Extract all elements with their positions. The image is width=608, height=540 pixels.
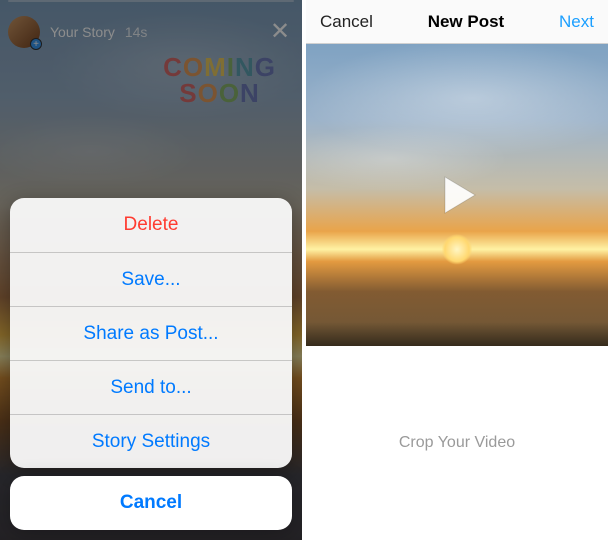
- action-sheet-item-send-to[interactable]: Send to...: [10, 360, 292, 414]
- page-title: New Post: [428, 12, 505, 32]
- action-sheet-group: DeleteSave...Share as Post...Send to...S…: [10, 198, 292, 468]
- new-post-header: Cancel New Post Next: [306, 0, 608, 44]
- action-sheet-item-delete[interactable]: Delete: [10, 198, 292, 252]
- play-icon[interactable]: [431, 169, 483, 221]
- action-sheet-cancel-button[interactable]: Cancel: [10, 476, 292, 530]
- video-preview[interactable]: [306, 44, 608, 346]
- story-view-screen: + Your Story 14s ✕ COMING SOON DeleteSav…: [0, 0, 302, 540]
- action-sheet: DeleteSave...Share as Post...Send to...S…: [10, 198, 292, 530]
- new-post-screen: Cancel New Post Next Crop Your Video: [306, 0, 608, 540]
- cancel-button[interactable]: Cancel: [320, 12, 373, 32]
- crop-your-video-label: Crop Your Video: [399, 434, 515, 452]
- action-sheet-item-share-as-post[interactable]: Share as Post...: [10, 306, 292, 360]
- action-sheet-item-save[interactable]: Save...: [10, 252, 292, 306]
- next-button[interactable]: Next: [559, 12, 594, 32]
- crop-area: Crop Your Video: [306, 346, 608, 540]
- action-sheet-item-story-settings[interactable]: Story Settings: [10, 414, 292, 468]
